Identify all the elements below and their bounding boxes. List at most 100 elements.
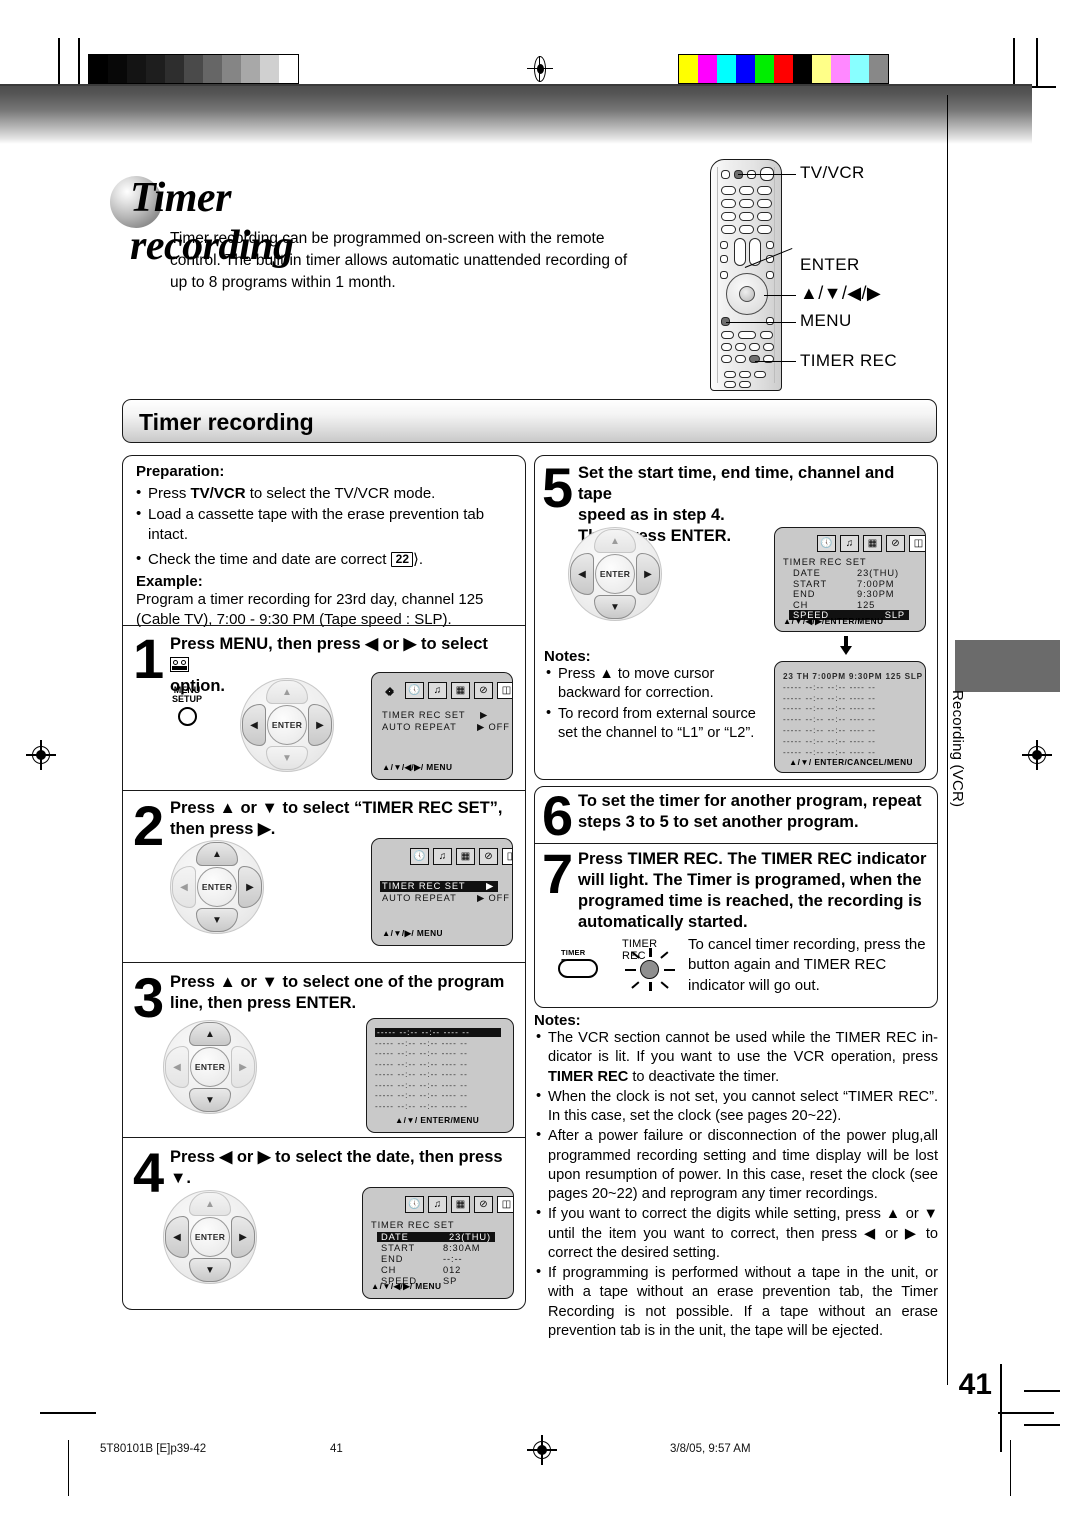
remote-button-row-b-1	[721, 343, 732, 351]
osd-row-label: DATE	[793, 568, 821, 578]
audio-icon: ♫	[433, 848, 452, 865]
osd-row-timer-rec-set-selected: TIMER REC SET ▶	[380, 881, 498, 892]
dpad-enter: ENTER	[595, 554, 635, 594]
remote-keypad-6	[757, 199, 772, 208]
osd-screen-program-list-filled: 23 TH 7:00PM 9:30PM 125 SLP ----- --:-- -…	[774, 661, 926, 773]
remote-keypad-9	[757, 212, 772, 221]
remote-button-row-e-1	[724, 381, 736, 388]
remote-button-row-d-3	[754, 371, 766, 378]
remote-button-row-a-3	[760, 331, 773, 339]
dpad-up: ▲	[196, 842, 238, 866]
clock-icon: 🕔	[410, 848, 429, 865]
remote-button-row-e-2	[739, 381, 751, 388]
callout-leader-timerrec	[755, 361, 796, 363]
step-7-number: 7	[542, 842, 574, 905]
remote-button-small-right-4	[766, 317, 774, 325]
color-swatch-3	[736, 55, 755, 83]
color-swatch-1	[698, 55, 717, 83]
dpad-enter: ENTER	[190, 1217, 230, 1257]
intro-paragraph: Timer recording can be programmed on-scr…	[170, 230, 628, 291]
osd-row-value: ▶	[485, 881, 494, 891]
timer-rec-led-icon	[640, 960, 659, 979]
osd-row-timer-rec-set: TIMER REC SET	[382, 710, 466, 720]
osd-footer-step4: ▲/▼/◀/▶/ MENU	[371, 1281, 442, 1291]
reg-mark-tl-v2	[78, 38, 80, 86]
preparation-block: Preparation: Press TV/VCR to select the …	[136, 463, 516, 630]
osd-footer-step1: ▲/▼/◀/▶/ MENU	[382, 762, 453, 772]
notes-bottom-title: Notes:	[534, 1012, 581, 1029]
registration-crosshair-left	[26, 740, 56, 770]
osd-row-label: START	[793, 578, 828, 589]
osd-row-value: --:--	[443, 1254, 463, 1264]
menu-setup-button-graphic: MENU SETUP	[172, 686, 202, 726]
osd-row-label: TIMER REC SET	[382, 881, 466, 891]
vcr-tape-icon: ◫	[909, 535, 925, 552]
color-swatch-0	[679, 55, 698, 83]
step-7-text: Press TIMER REC. The TIMER REC indicator…	[578, 850, 927, 932]
preparation-title: Preparation:	[136, 463, 225, 480]
osd-row-value: SP	[443, 1276, 458, 1286]
registration-crosshair-bottom	[527, 1435, 557, 1465]
remote-button-power	[721, 170, 730, 179]
callout-label-enter: ENTER	[800, 255, 860, 274]
osd-icon-row-step4: 🕔 ♫ ▦ ⊘ ◫	[405, 1196, 513, 1213]
led-ray-bl	[631, 981, 640, 990]
step-3-dpad-graphic: ▲ ▼ ◀ ▶ ENTER	[163, 1020, 257, 1114]
notes-bottom-item-4: If programming is performed without a ta…	[534, 1263, 938, 1341]
step-4-dpad-graphic: ▲ ▼ ◀ ▶ ENTER	[163, 1190, 257, 1284]
osd-row-auto-repeat-value: ▶ OFF	[477, 893, 510, 903]
color-swatch-7	[812, 55, 831, 83]
audio-icon: ♫	[428, 682, 447, 699]
grayscale-swatch-0	[89, 55, 108, 83]
callout-label-tvvcr: TV/VCR	[800, 163, 865, 182]
vcr-tape-icon: ◫	[497, 682, 512, 699]
osd-program-row: ----- --:-- --:-- ---- --	[783, 704, 876, 714]
footer-tick-right2	[1024, 1390, 1060, 1392]
osd-row-value: 012	[443, 1265, 462, 1275]
callout-leader-menu	[726, 322, 796, 324]
remote-keypad-1	[721, 186, 736, 195]
led-ray-top	[649, 948, 652, 957]
no-entry-icon: ⊘	[474, 1196, 493, 1213]
grayscale-swatch-2	[127, 55, 146, 83]
grid-icon: ▦	[451, 682, 470, 699]
osd-row-label: CH	[381, 1265, 397, 1275]
audio-icon: ♫	[428, 1196, 447, 1213]
osd-step5-title: TIMER REC SET	[783, 557, 867, 567]
timer-rec-cancel-text: To cancel timer recording, press the but…	[688, 936, 926, 994]
osd-program-row: ----- --:-- --:-- ---- --	[783, 747, 876, 757]
grayscale-swatch-1	[108, 55, 127, 83]
step-1-text-a: Press MENU, then press ◀ or ▶ to select	[170, 635, 488, 653]
color-swatch-5	[774, 55, 793, 83]
remote-keypad-0	[721, 225, 736, 234]
color-swatch-8	[831, 55, 850, 83]
grayscale-swatch-6	[203, 55, 222, 83]
osd-row-label: END	[793, 589, 816, 599]
osd-row-auto-repeat: AUTO REPEAT	[382, 893, 457, 903]
osd-screen-step1: 🕔 ♫ ▦ ⊘ ◫ TIMER REC SET ▶ AUTO REPEAT ▶ …	[371, 672, 513, 780]
osd-icon-row-step2: 🕔 ♫ ▦ ⊘ ◫	[410, 848, 512, 865]
vcr-tape-icon: ◫	[497, 1196, 513, 1213]
preparation-item-1: Load a cassette tape with the erase prev…	[136, 504, 516, 545]
notes-step5-item-1: To record from external source set the c…	[544, 704, 774, 744]
dpad-left: ◀	[165, 1216, 189, 1258]
osd-program-row: ----- --:-- --:-- ---- --	[375, 1028, 501, 1037]
osd-program-row: 23 TH 7:00PM 9:30PM 125 SLP	[783, 672, 923, 681]
remote-button-row-b-2	[735, 343, 746, 351]
side-tab-block	[955, 640, 1060, 692]
color-swatch-2	[717, 55, 736, 83]
remote-button-row-d-2	[739, 371, 751, 378]
grayscale-swatch-4	[165, 55, 184, 83]
remote-dpad-enter	[739, 286, 755, 302]
footer-rule-right	[1010, 1440, 1012, 1496]
clock-icon: 🕔	[405, 682, 424, 699]
remote-keypad-100	[739, 225, 754, 234]
osd-footer-step5: ▲/▼/◀/▶/ENTER/MENU	[783, 616, 884, 626]
vcr-tape-icon: ◫	[502, 848, 512, 865]
osd-row-value: 7:00PM	[857, 578, 895, 589]
divider-step1-step2	[123, 790, 525, 792]
timer-rec-button-shape	[558, 959, 598, 978]
callout-leader-arrows	[764, 295, 796, 297]
step-6-number: 6	[542, 784, 574, 847]
callout-label-timerrec: TIMER REC	[800, 351, 898, 370]
